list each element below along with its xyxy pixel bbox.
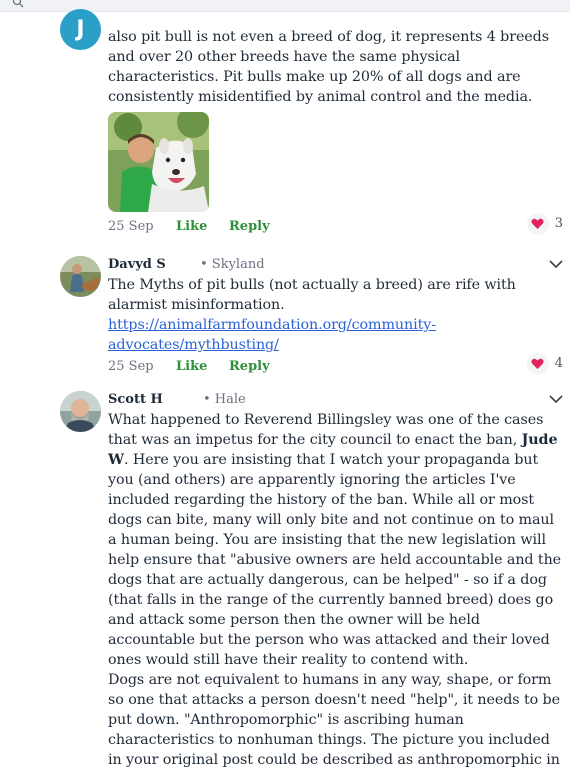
comment-photo[interactable]	[108, 112, 209, 212]
chevron-down-icon[interactable]	[548, 258, 564, 270]
author-name[interactable]: Davyd S	[108, 257, 166, 272]
reply-button[interactable]: Reply	[229, 216, 270, 238]
like-count[interactable]: 4	[526, 353, 563, 375]
comment-date: 25 Sep	[108, 359, 154, 374]
comment-header: Scott H • Hale	[108, 390, 563, 410]
chevron-down-icon[interactable]	[548, 393, 564, 405]
author-name[interactable]: Scott H	[108, 392, 163, 407]
like-count-value: 4	[554, 356, 563, 371]
author-location: • Hale	[203, 392, 246, 407]
comment-meta: 25 Sep Like Reply 3	[108, 213, 563, 238]
like-button[interactable]: Like	[176, 356, 207, 378]
comment-text-paragraph: Dogs are not equivalent to humans in any…	[108, 672, 560, 768]
comment-text: also pit bull is not even a breed of dog…	[108, 29, 549, 105]
boy-with-dog-image	[108, 112, 209, 212]
like-button[interactable]: Like	[176, 216, 207, 238]
comment-link[interactable]: https://animalfarmfoundation.org/communi…	[108, 317, 436, 353]
comment-text: The Myths of pit bulls (not actually a b…	[108, 277, 516, 313]
author-location: • Skyland	[200, 257, 265, 272]
avatar[interactable]	[60, 256, 101, 297]
avatar[interactable]	[60, 391, 101, 432]
comment-header: Davyd S • Skyland	[108, 255, 563, 275]
comment-date: 25 Sep	[108, 219, 154, 234]
search-icon[interactable]	[12, 0, 24, 8]
like-count-value: 3	[554, 216, 563, 231]
reply-button[interactable]: Reply	[229, 356, 270, 378]
avatar[interactable]: J	[60, 9, 101, 50]
like-count[interactable]: 3	[526, 213, 563, 235]
heart-icon	[526, 213, 549, 235]
comment-meta: 25 Sep Like Reply 4	[108, 353, 563, 378]
comment-text: What happened to Reverend Billingsley wa…	[108, 412, 562, 668]
heart-icon	[526, 353, 549, 375]
